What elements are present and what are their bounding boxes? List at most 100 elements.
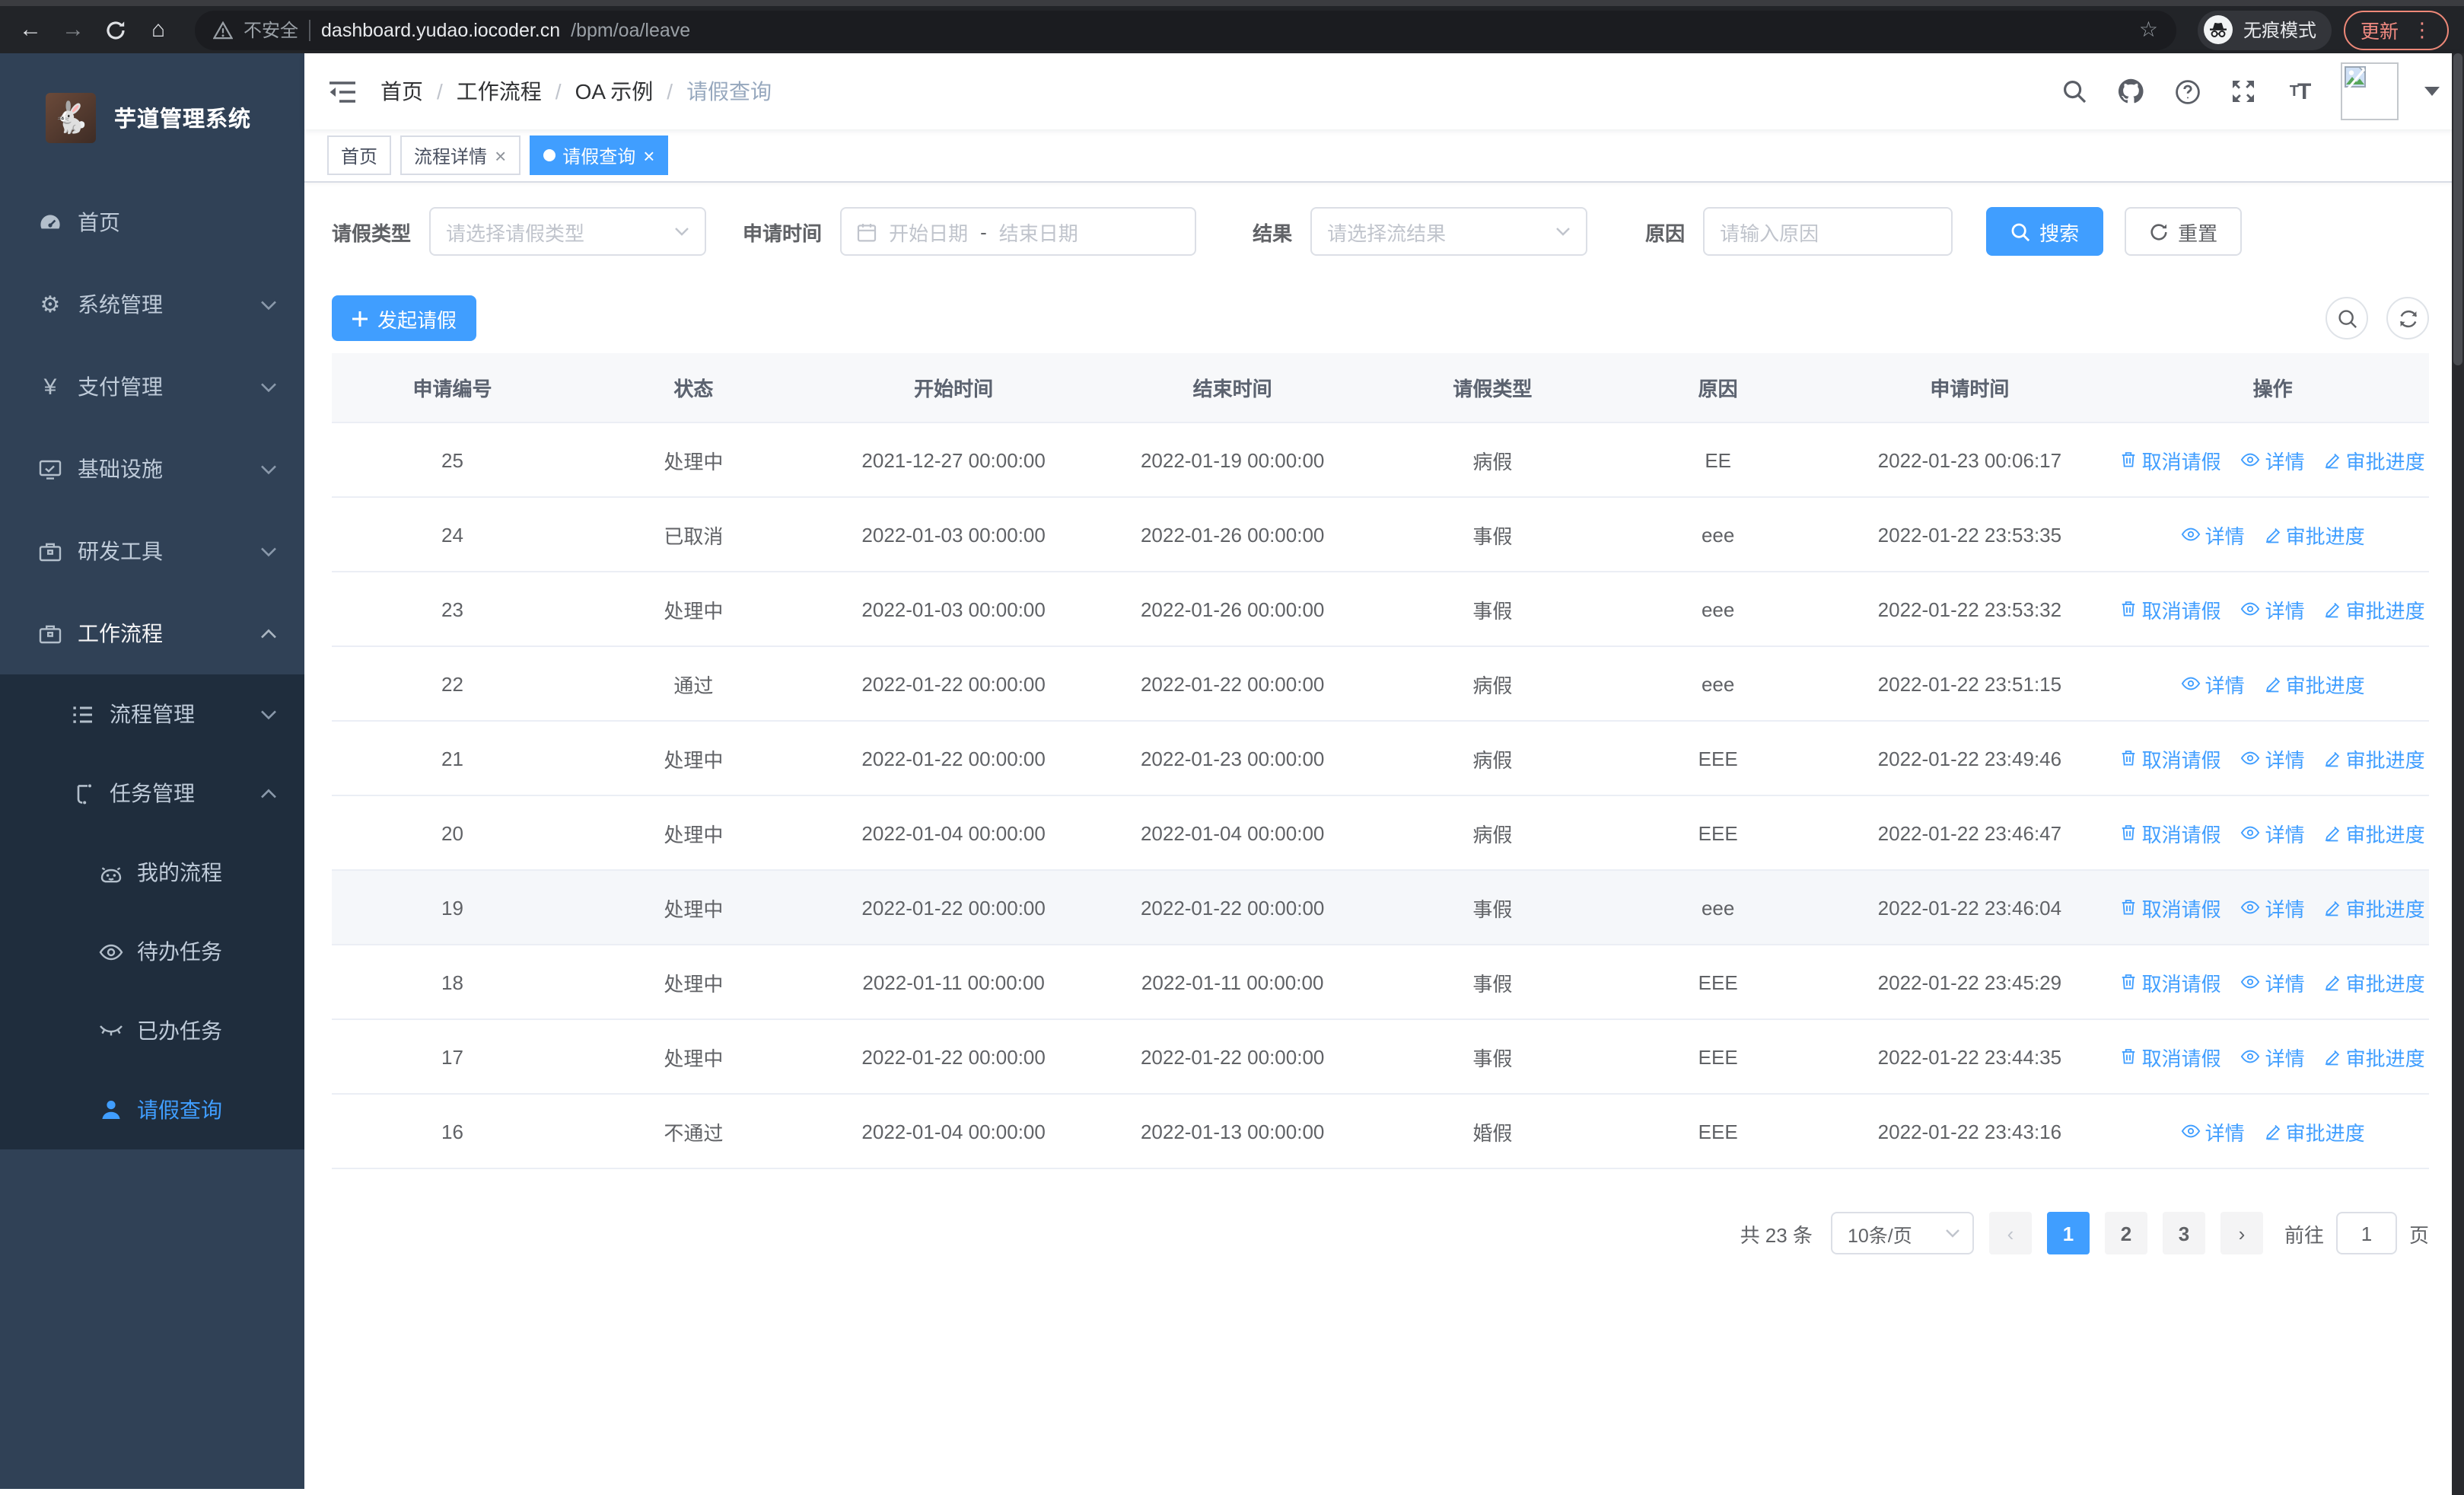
view-icon (2241, 453, 2260, 467)
page-number-button[interactable]: 2 (2104, 1212, 2147, 1254)
breadcrumb-item[interactable]: 工作流程 (457, 76, 542, 107)
sidebar-item-payment[interactable]: ¥ 支付管理 (0, 346, 304, 428)
approval-progress-link[interactable]: 审批进度 (2325, 1042, 2425, 1071)
apply-time-range-picker[interactable]: 开始日期 - 结束日期 (840, 207, 1197, 256)
detail-link[interactable]: 详情 (2241, 818, 2305, 847)
approval-progress-link[interactable]: 审批进度 (2325, 967, 2425, 996)
sidebar-item-label: 基础设施 (78, 457, 163, 481)
reason-input[interactable]: 请输入原因 (1703, 207, 1953, 256)
breadcrumb-item[interactable]: 首页 (380, 76, 423, 107)
sidebar-item-devtools[interactable]: 研发工具 (0, 510, 304, 592)
incognito-badge: 无痕模式 (2197, 10, 2332, 49)
sidebar-item-task-mgmt[interactable]: 任务管理 (0, 754, 304, 833)
browser-menu-icon[interactable]: ⋮ (2412, 18, 2432, 42)
sidebar-item-infra[interactable]: 基础设施 (0, 428, 304, 510)
detail-link[interactable]: 详情 (2241, 744, 2305, 773)
user-menu-caret-icon[interactable] (2424, 87, 2440, 96)
date-end-placeholder: 结束日期 (998, 222, 1078, 244)
column-header: 操作 (2252, 378, 2293, 400)
tab-leave-query[interactable]: 请假查询 × (529, 135, 669, 175)
result-select[interactable]: 请选择流结果 (1310, 207, 1588, 256)
browser-reload-button[interactable] (100, 14, 131, 45)
cancel-leave-link[interactable]: 取消请假 (2121, 1042, 2221, 1071)
sidebar-item-home[interactable]: 首页 (0, 181, 304, 263)
close-icon[interactable]: × (495, 145, 506, 165)
detail-link[interactable]: 详情 (2241, 893, 2305, 922)
sidebar-item-todo-tasks[interactable]: 待办任务 (0, 912, 304, 991)
table-cell: 2022-01-03 00:00:00 (861, 523, 1046, 546)
approval-progress-link[interactable]: 审批进度 (2325, 594, 2425, 623)
browser-back-button[interactable]: ← (15, 14, 46, 45)
browser-update-button[interactable]: 更新 ⋮ (2343, 10, 2449, 49)
approval-progress-link[interactable]: 审批进度 (2265, 520, 2365, 549)
fullscreen-icon[interactable] (2228, 76, 2259, 107)
approval-progress-link[interactable]: 审批进度 (2265, 669, 2365, 698)
refresh-table-button[interactable] (2386, 297, 2429, 339)
detail-link[interactable]: 详情 (2181, 669, 2245, 698)
prev-page-button[interactable]: ‹ (1988, 1212, 2032, 1254)
page-number-button[interactable]: 1 (2046, 1212, 2090, 1254)
row-actions: 取消请假 详情 审批进度 (2116, 893, 2429, 922)
tab-process-detail[interactable]: 流程详情 × (400, 135, 520, 175)
cancel-leave-link[interactable]: 取消请假 (2121, 744, 2221, 773)
help-icon[interactable] (2172, 76, 2202, 107)
view-icon (2181, 528, 2200, 541)
detail-link[interactable]: 详情 (2241, 1042, 2305, 1071)
detail-link[interactable]: 详情 (2181, 1117, 2245, 1146)
sidebar-item-workflow[interactable]: 工作流程 (0, 592, 304, 674)
browser-home-button[interactable]: ⌂ (143, 14, 173, 45)
chevron-down-icon (1945, 1229, 1960, 1238)
sidebar-item-my-process[interactable]: 我的流程 (0, 833, 304, 912)
detail-link[interactable]: 详情 (2241, 445, 2305, 474)
browser-forward-button[interactable]: → (58, 14, 88, 45)
approval-progress-link[interactable]: 审批进度 (2265, 1117, 2365, 1146)
approval-progress-link[interactable]: 审批进度 (2325, 818, 2425, 847)
bookmark-star-icon[interactable]: ☆ (2139, 17, 2158, 43)
reset-button[interactable]: 重置 (2125, 207, 2243, 256)
search-icon[interactable] (2059, 76, 2090, 107)
table-row: 22 通过 2022-01-22 00:00:00 2022-01-22 00:00:… (332, 647, 2429, 722)
approval-progress-link[interactable]: 审批进度 (2325, 744, 2425, 773)
detail-link[interactable]: 详情 (2241, 967, 2305, 996)
leave-type-select[interactable]: 请选择请假类型 (429, 207, 707, 256)
breadcrumb-current: 请假查询 (686, 79, 772, 104)
create-leave-button[interactable]: 发起请假 (332, 295, 477, 341)
detail-link[interactable]: 详情 (2241, 594, 2305, 623)
sidebar-item-leave-query[interactable]: 请假查询 (0, 1070, 304, 1149)
approval-progress-link[interactable]: 审批进度 (2325, 893, 2425, 922)
detail-link[interactable]: 详情 (2181, 520, 2245, 549)
main-panel: 首页 / 工作流程 / OA 示例 / 请假查询 T T 首页 流程详情 × 请… (304, 53, 2464, 1489)
font-size-icon[interactable]: TT (2284, 76, 2315, 107)
table-body: 25 处理中 2021-12-27 00:00:00 2022-01-19 00:00… (332, 423, 2429, 1169)
github-icon[interactable] (2115, 76, 2146, 107)
search-button[interactable]: 搜索 (1986, 207, 2104, 256)
page-size-select[interactable]: 10条/页 (1830, 1212, 1974, 1254)
page-number-button[interactable]: 3 (2162, 1212, 2205, 1254)
sidebar-item-process-mgmt[interactable]: 流程管理 (0, 674, 304, 754)
page-scrollbar[interactable] (2452, 53, 2464, 1495)
tab-home[interactable]: 首页 (327, 135, 392, 175)
sidebar-item-system[interactable]: ⚙ 系统管理 (0, 263, 304, 346)
sidebar-item-done-tasks[interactable]: 已办任务 (0, 991, 304, 1070)
next-page-button[interactable]: › (2220, 1212, 2263, 1254)
address-bar[interactable]: 不安全 dashboard.yudao.iocoder.cn/bpm/oa/le… (195, 10, 2176, 49)
table-cell: eee (1701, 523, 1735, 546)
toggle-search-button[interactable] (2326, 297, 2368, 339)
scrollbar-thumb[interactable] (2453, 53, 2462, 365)
close-icon[interactable]: × (643, 145, 654, 165)
row-actions: 详情 审批进度 (2116, 1117, 2429, 1146)
edit-icon (2265, 677, 2280, 693)
table-cell: 事假 (1472, 524, 1513, 547)
cancel-leave-link[interactable]: 取消请假 (2121, 594, 2221, 623)
breadcrumb-item[interactable]: OA 示例 (575, 76, 654, 107)
avatar[interactable] (2341, 62, 2399, 120)
cancel-leave-link[interactable]: 取消请假 (2121, 445, 2221, 474)
cancel-leave-link[interactable]: 取消请假 (2121, 893, 2221, 922)
cancel-leave-link[interactable]: 取消请假 (2121, 967, 2221, 996)
goto-page-input[interactable]: 1 (2335, 1212, 2397, 1254)
sidebar-fold-icon[interactable] (329, 80, 356, 103)
table-cell: 2022-01-22 23:49:46 (1877, 747, 2062, 770)
approval-progress-link[interactable]: 审批进度 (2325, 445, 2425, 474)
table-cell: 2022-01-22 23:51:15 (1877, 672, 2062, 695)
cancel-leave-link[interactable]: 取消请假 (2121, 818, 2221, 847)
